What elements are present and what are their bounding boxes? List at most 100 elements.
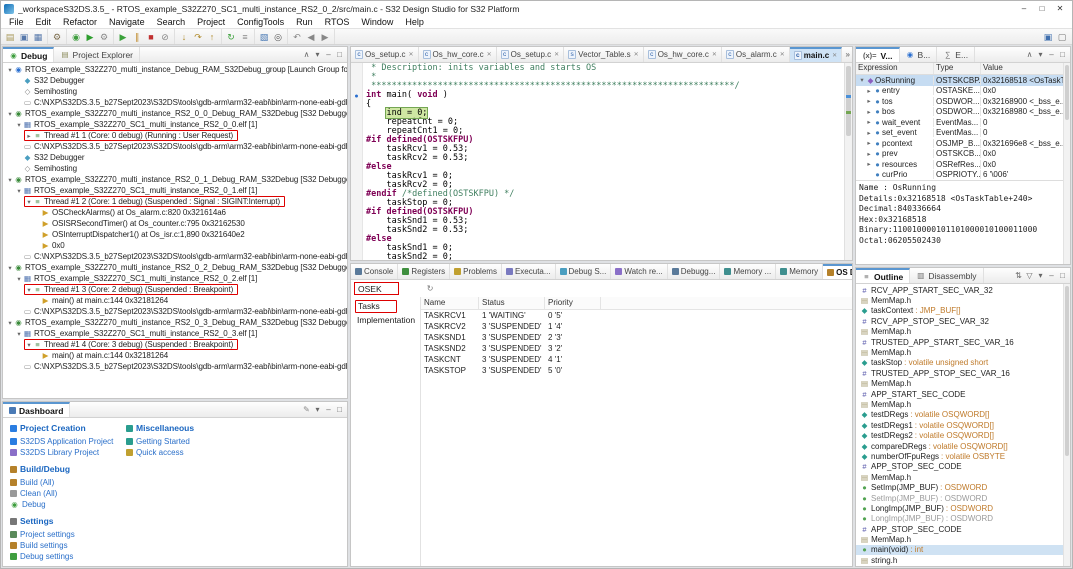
new-c-project-icon[interactable]: ▧ [257,30,271,44]
c-cpp-perspective-icon[interactable]: ▢ [1055,30,1069,44]
debug-tree-row[interactable]: ▾ ▦ RTOS_example_S32Z270_SC1_multi_instanc… [3,328,347,339]
task-row[interactable]: TASKSTOP 3 'SUSPENDED' 5 '0' [421,365,852,376]
debug-tree-row[interactable]: ▾ ◉ RTOS_example_S32Z270_multi_instance_RS… [3,174,347,185]
outline-item[interactable]: ◆ taskStop : volatile unsigned short [856,358,1070,368]
task-row[interactable]: TASKRCV2 3 'SUSPENDED' 1 '4' [421,321,852,332]
tree-expander-icon[interactable]: ▾ [25,341,33,349]
view-tab-disassembly[interactable]: ▥ Disassembly [910,268,984,283]
debug-tree-row[interactable]: ▭ C:\NXP\S32DS.3.5_b27Sept2023\S32DS\tool… [3,141,347,152]
maximize-view-icon[interactable]: □ [334,405,345,414]
close-tab-icon[interactable]: ✕ [487,51,492,58]
outline-item[interactable]: ▤ MemMap.h [856,472,1070,482]
column-header-type[interactable]: Type [934,63,981,74]
debug-tree-row[interactable]: ▭ C:\NXP\S32DS.3.5_b27Sept2023\S32DS\tool… [3,306,347,317]
view-tab-project-explorer[interactable]: ▤ Project Explorer [54,47,141,62]
editor-tab-os-hw-core-c[interactable]: c Os_hw_core.c ✕ [419,47,497,62]
tree-expander-icon[interactable]: ▸ [865,97,873,105]
dashboard-link-debug[interactable]: ◉ Debug [10,499,110,510]
menu-run[interactable]: Run [290,17,319,27]
view-tab-problems[interactable]: Problems [450,264,502,279]
build-all-icon[interactable]: ⚙ [50,30,64,44]
close-tab-icon[interactable]: ✕ [554,51,559,58]
new-wizard-icon[interactable]: ▤ [3,30,17,44]
variable-row[interactable]: ▸ ● pcontext OSJMP_B... 0x321696e8 <_bss_e..… [856,138,1070,149]
task-row[interactable]: TASKSND2 3 'SUSPENDED' 3 '2' [421,343,852,354]
breakpoint-icon[interactable]: ● [354,93,358,100]
dashboard-link-getting-started[interactable]: Getting Started [126,436,226,447]
editor-tab-vector-table-s[interactable]: s Vector_Table.s ✕ [564,47,644,62]
outline-item[interactable]: # RCV_APP_START_SEC_VAR_32 [856,285,1070,295]
outline-item[interactable]: ▤ MemMap.h [856,399,1070,409]
outline-item[interactable]: ▤ MemMap.h [856,295,1070,305]
debug-tree-row[interactable]: ▭ C:\NXP\S32DS.3.5_b27Sept2023\S32DS\tool… [3,361,347,372]
dashboard-link-quick-access[interactable]: Quick access [126,447,226,458]
outline-item[interactable]: ● LongImp(JMP_BUF) : OSDWORD [856,514,1070,524]
debug-tree-row[interactable]: ▶ OSCheckAlarms() at Os_alarm.c:820 0x321… [3,207,347,218]
task-row[interactable]: TASKCNT 3 'SUSPENDED' 4 '1' [421,354,852,365]
save-all-icon[interactable]: ▦ [31,30,45,44]
column-header-priority[interactable]: Priority [545,297,601,309]
filter-icon[interactable]: ▽ [1024,271,1035,280]
menu-rtos[interactable]: RTOS [319,17,356,27]
variable-row[interactable]: ▸ ● tos OSDWOR... 0x32168900 <_bss_e... [856,96,1070,107]
tree-expander-icon[interactable]: ▸ [25,132,33,140]
outline-item[interactable]: # APP_STOP_SEC_CODE [856,462,1070,472]
view-tab-debug[interactable]: ◉ Debug [3,47,55,62]
tree-expander-icon[interactable]: ▸ [865,150,873,158]
minimize-view-icon[interactable]: – [323,405,334,414]
debug-tree-row[interactable]: ▾ ≡ Thread #1 3 (Core: 2 debug) (Suspended… [3,284,347,295]
minimize-view-icon[interactable]: – [1046,50,1057,59]
tab-overflow-icon[interactable]: » [842,50,852,59]
view-menu-icon[interactable]: ▾ [312,50,323,59]
column-header-status[interactable]: Status [479,297,545,309]
menu-help[interactable]: Help [399,17,430,27]
task-row[interactable]: TASKSND1 3 'SUSPENDED' 2 '3' [421,332,852,343]
restart-icon[interactable]: ↻ [224,30,238,44]
disconnect-icon[interactable]: ⊘ [158,30,172,44]
dashboard-link-s32ds-application-project[interactable]: S32DS Application Project [10,436,113,447]
editor-scrollbar[interactable] [844,63,852,260]
os-nav-implementation[interactable]: Implementation [351,313,420,327]
minimize-button[interactable]: – [1015,2,1033,15]
tree-expander-icon[interactable]: ▸ [865,87,873,95]
tree-expander-icon[interactable]: ▾ [6,264,14,272]
editor-tab-os-hw-core-c[interactable]: c Os_hw_core.c ✕ [644,47,722,62]
variable-row[interactable]: ▸ ● set_event EventMas... 0 [856,128,1070,139]
scrollbar-thumb[interactable] [1065,65,1069,120]
search-icon[interactable]: ◎ [271,30,285,44]
menu-window[interactable]: Window [355,17,399,27]
debug-tree-row[interactable]: ▶ OSISRSecondTimer() at Os_counter.c:795 … [3,218,347,229]
variable-row[interactable]: ▸ ● bos OSDWOR... 0x32168980 <_bss_e... [856,107,1070,118]
last-edit-icon[interactable]: ↶ [290,30,304,44]
menu-project[interactable]: Project [191,17,231,27]
view-tab-debugg[interactable]: Debugg... [668,264,721,279]
debug-tree-row[interactable]: ◆ S32 Debugger [3,152,347,163]
close-tab-icon[interactable]: ✕ [832,52,837,59]
debug-perspective-icon[interactable]: ▣ [1041,30,1055,44]
debug-tree-row[interactable]: ▾ ◉ RTOS_example_S32Z270_multi_instance_De… [3,64,347,75]
view-tab-executa[interactable]: Executa... [502,264,556,279]
debug-tree-row[interactable]: ▾ ◉ RTOS_example_S32Z270_multi_instance_RS… [3,262,347,273]
code-line[interactable]: int main( void ) [366,91,844,100]
outline-item[interactable]: ◆ testDRegs2 : volatile OSQWORD[] [856,430,1070,440]
code-line[interactable]: taskSnd2 = 0.53; [366,226,844,235]
code-text[interactable]: * Description: inits variables and start… [363,63,844,261]
debug-tree-row[interactable]: ▭ C:\NXP\S32DS.3.5_b27Sept2023\S32DS\tool… [3,97,347,108]
scrollbar-thumb[interactable] [846,66,851,136]
debug-tree-row[interactable]: ▾ ≡ Thread #1 2 (Core: 1 debug) (Suspended… [3,196,347,207]
sort-icon[interactable]: ⇅ [1013,271,1024,280]
outline-item[interactable]: ◆ taskContext : JMP_BUF[] [856,306,1070,316]
outline-item[interactable]: ◆ compareDRegs : volatile OSQWORD[] [856,441,1070,451]
tree-expander-icon[interactable]: ▾ [858,76,866,84]
outline-item[interactable]: ● SetImp(JMP_BUF) : OSDWORD [856,493,1070,503]
dashboard-link-build-all[interactable]: Build (All) [10,477,110,488]
dashboard-link-project-settings[interactable]: Project settings [10,529,110,540]
collapse-all-icon[interactable]: ∧ [1024,50,1035,59]
editor-tab-os-setup-c[interactable]: c Os_setup.c ✕ [497,47,565,62]
variable-row[interactable]: ▸ ● wait_event EventMas... 0 [856,117,1070,128]
debug-tree-row[interactable]: ▾ ≡ Thread #1 4 (Core: 3 debug) (Suspended… [3,339,347,350]
tree-expander-icon[interactable]: ▾ [15,330,23,338]
view-menu-icon[interactable]: ▾ [312,405,323,414]
dashboard-link-clean-all[interactable]: Clean (All) [10,488,110,499]
step-return-icon[interactable]: ↑ [205,30,219,44]
